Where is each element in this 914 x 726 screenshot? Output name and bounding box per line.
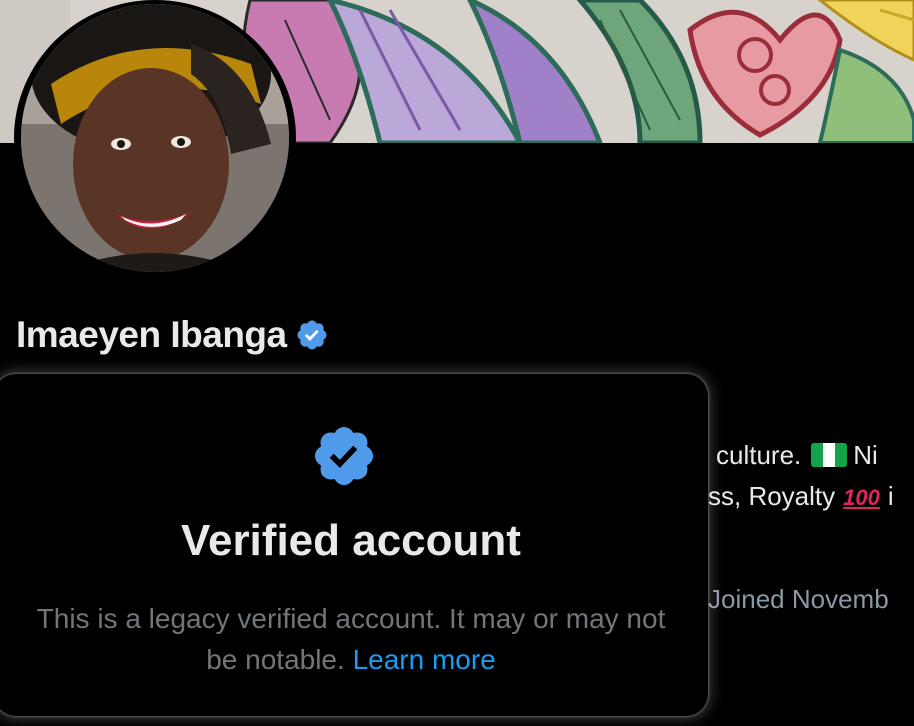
learn-more-link[interactable]: Learn more	[353, 644, 496, 675]
verified-badge-icon	[314, 426, 374, 486]
verified-account-popover: Verified account This is a legacy verifi…	[0, 374, 708, 716]
display-name: Imaeyen Ibanga	[16, 314, 287, 355]
bio-text: ss, Royalty	[708, 481, 836, 511]
popover-title: Verified account	[181, 516, 521, 565]
profile-name-row: Imaeyen Ibanga	[16, 314, 329, 356]
bio-text-suffix: i	[887, 481, 894, 511]
avatar-image	[21, 4, 289, 272]
bio-text-suffix: Ni	[853, 440, 878, 470]
popover-description-text: This is a legacy verified account. It ma…	[36, 603, 666, 675]
bio-line: ss, Royalty 100 i	[708, 481, 894, 512]
nigeria-flag-icon	[811, 443, 848, 467]
profile-page: Imaeyen Ibanga culture. Ni ss, Royalty 100…	[0, 0, 914, 726]
avatar[interactable]	[14, 0, 296, 276]
bio-text: culture.	[716, 440, 802, 470]
hundred-points-icon: 100	[843, 485, 880, 510]
bio-line: culture. Ni	[716, 440, 878, 471]
popover-description: This is a legacy verified account. It ma…	[24, 598, 678, 680]
verified-badge-icon[interactable]	[295, 318, 329, 352]
joined-date: Joined Novemb	[708, 584, 889, 614]
